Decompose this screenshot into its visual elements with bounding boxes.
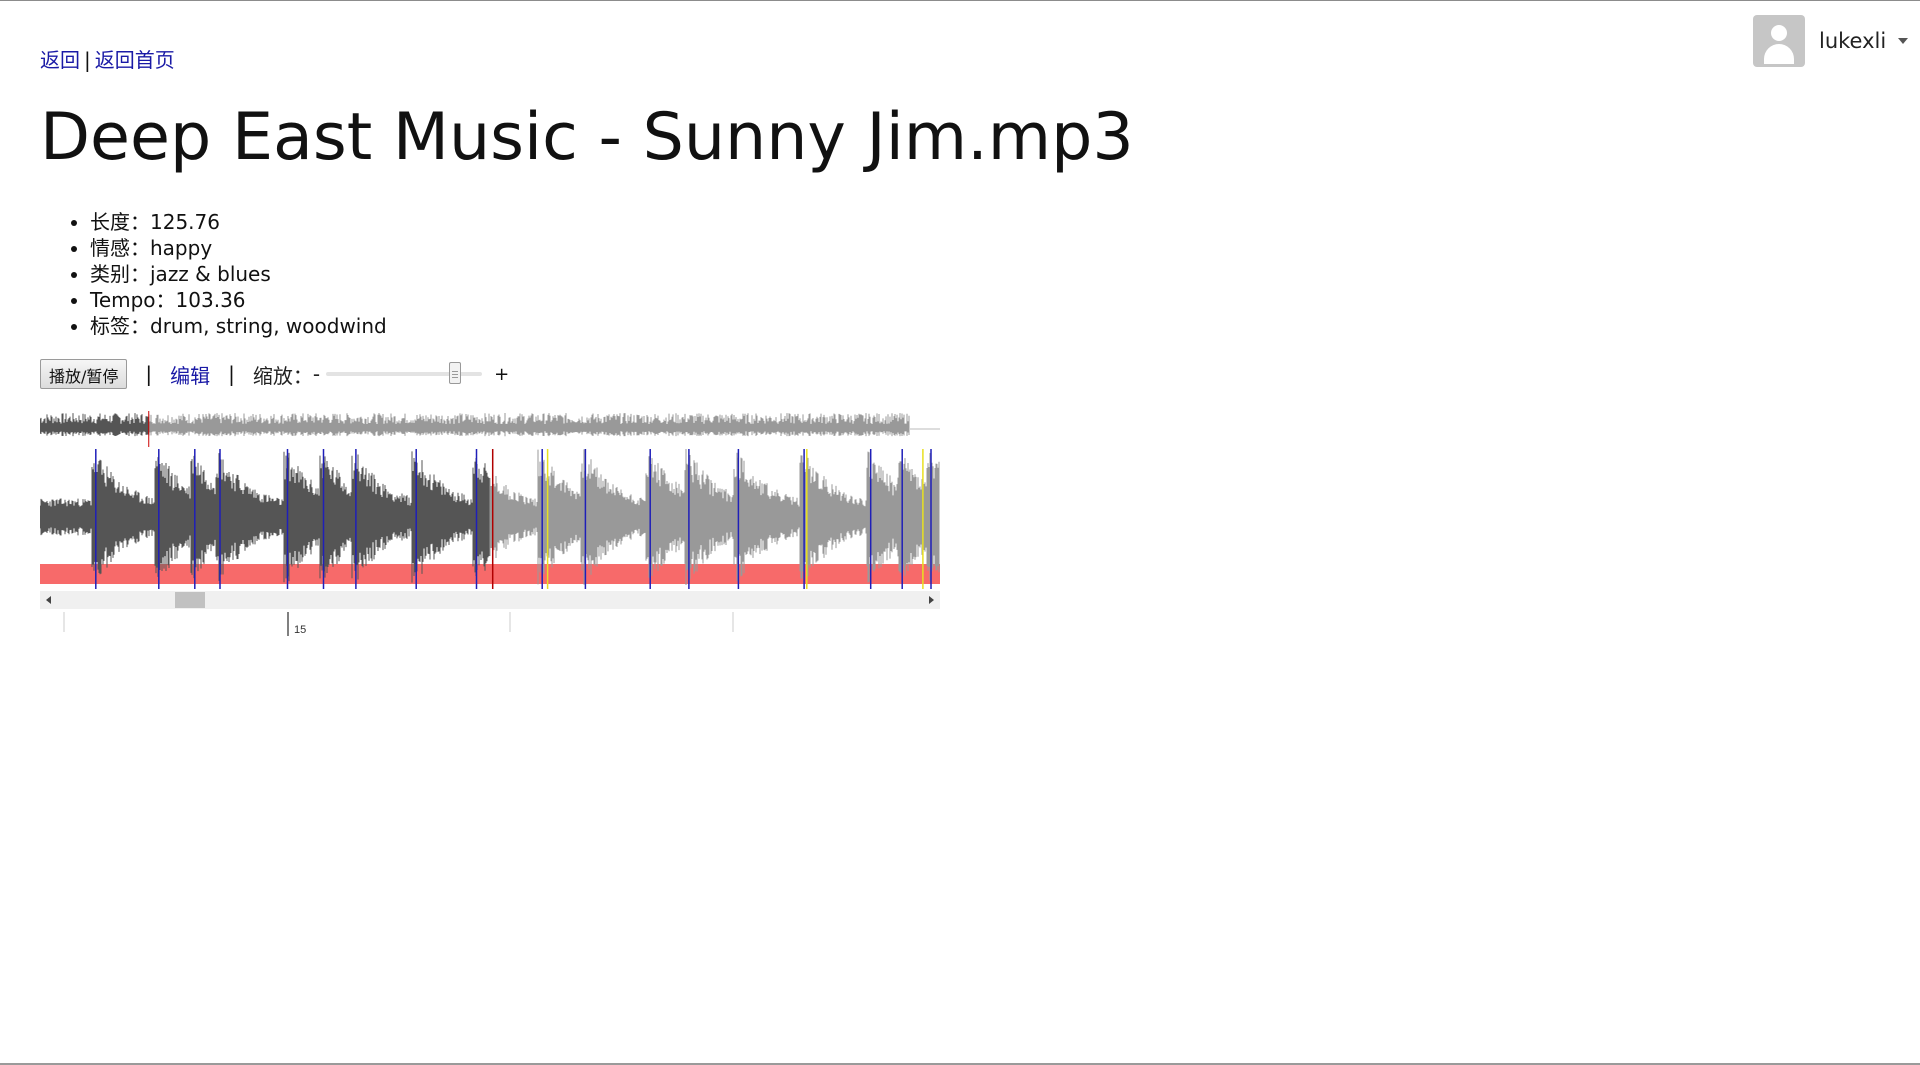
meta-value: drum, string, woodwind [150, 314, 387, 338]
scroll-right-icon[interactable] [929, 596, 934, 604]
home-link[interactable]: 返回首页 [95, 48, 175, 72]
page-title: Deep East Music - Sunny Jim.mp3 [40, 100, 1134, 175]
zoom-slider[interactable] [322, 359, 486, 389]
scroll-left-icon[interactable] [46, 596, 51, 604]
meta-value: 125.76 [150, 210, 220, 234]
waveform-overview[interactable] [40, 407, 940, 447]
timeline-ruler: 15 [63, 612, 734, 636]
detail-played-wave [40, 451, 490, 583]
selected-region[interactable] [40, 564, 940, 584]
user-menu[interactable]: lukexli [1753, 15, 1909, 67]
username[interactable]: lukexli [1819, 29, 1886, 53]
controls-divider: | [228, 362, 235, 386]
back-link[interactable]: 返回 [40, 48, 80, 72]
zoom-slider-thumb[interactable] [448, 362, 461, 384]
meta-label: 标签： [90, 314, 150, 338]
user-avatar-icon[interactable] [1753, 15, 1805, 67]
play-pause-button[interactable]: 播放/暂停 [40, 359, 128, 389]
zoom-minus-label: - [312, 362, 321, 386]
meta-label: 情感： [90, 236, 150, 260]
zoom-plus-label: + [494, 363, 510, 385]
nav-separator: | [84, 48, 91, 72]
meta-genre: 类别：jazz & blues [90, 261, 387, 287]
zoom-label: 缩放： [252, 363, 313, 388]
meta-value: jazz & blues [150, 262, 271, 286]
waveform-scrollbar[interactable] [40, 591, 940, 609]
meta-label: 类别： [90, 262, 150, 286]
meta-value: happy [150, 236, 213, 260]
player-controls: 播放/暂停 | 编辑 | 缩放： - + [40, 359, 509, 389]
caret-down-icon[interactable] [1898, 38, 1909, 44]
top-border [0, 0, 1920, 1]
overview-unplayed-wave [148, 413, 910, 437]
meta-label: Tempo： [90, 288, 176, 312]
meta-length: 长度：125.76 [90, 209, 387, 235]
meta-emotion: 情感：happy [90, 235, 387, 261]
meta-tags: 标签：drum, string, woodwind [90, 313, 387, 339]
track-metadata-list: 长度：125.76 情感：happy 类别：jazz & blues Tempo… [70, 209, 387, 339]
breadcrumb-nav: 返回 | 返回首页 [40, 44, 175, 73]
edit-link[interactable]: 编辑 [170, 360, 210, 389]
waveform-container[interactable] [40, 407, 940, 589]
overview-played-wave [40, 413, 149, 437]
meta-label: 长度： [90, 210, 150, 234]
scrollbar-thumb[interactable] [174, 592, 205, 608]
controls-divider: | [145, 362, 153, 386]
meta-tempo: Tempo：103.36 [90, 287, 387, 313]
meta-value: 103.36 [175, 288, 246, 312]
timeline-tick-label: 15 [294, 624, 306, 636]
waveform-detail[interactable] [40, 447, 940, 589]
